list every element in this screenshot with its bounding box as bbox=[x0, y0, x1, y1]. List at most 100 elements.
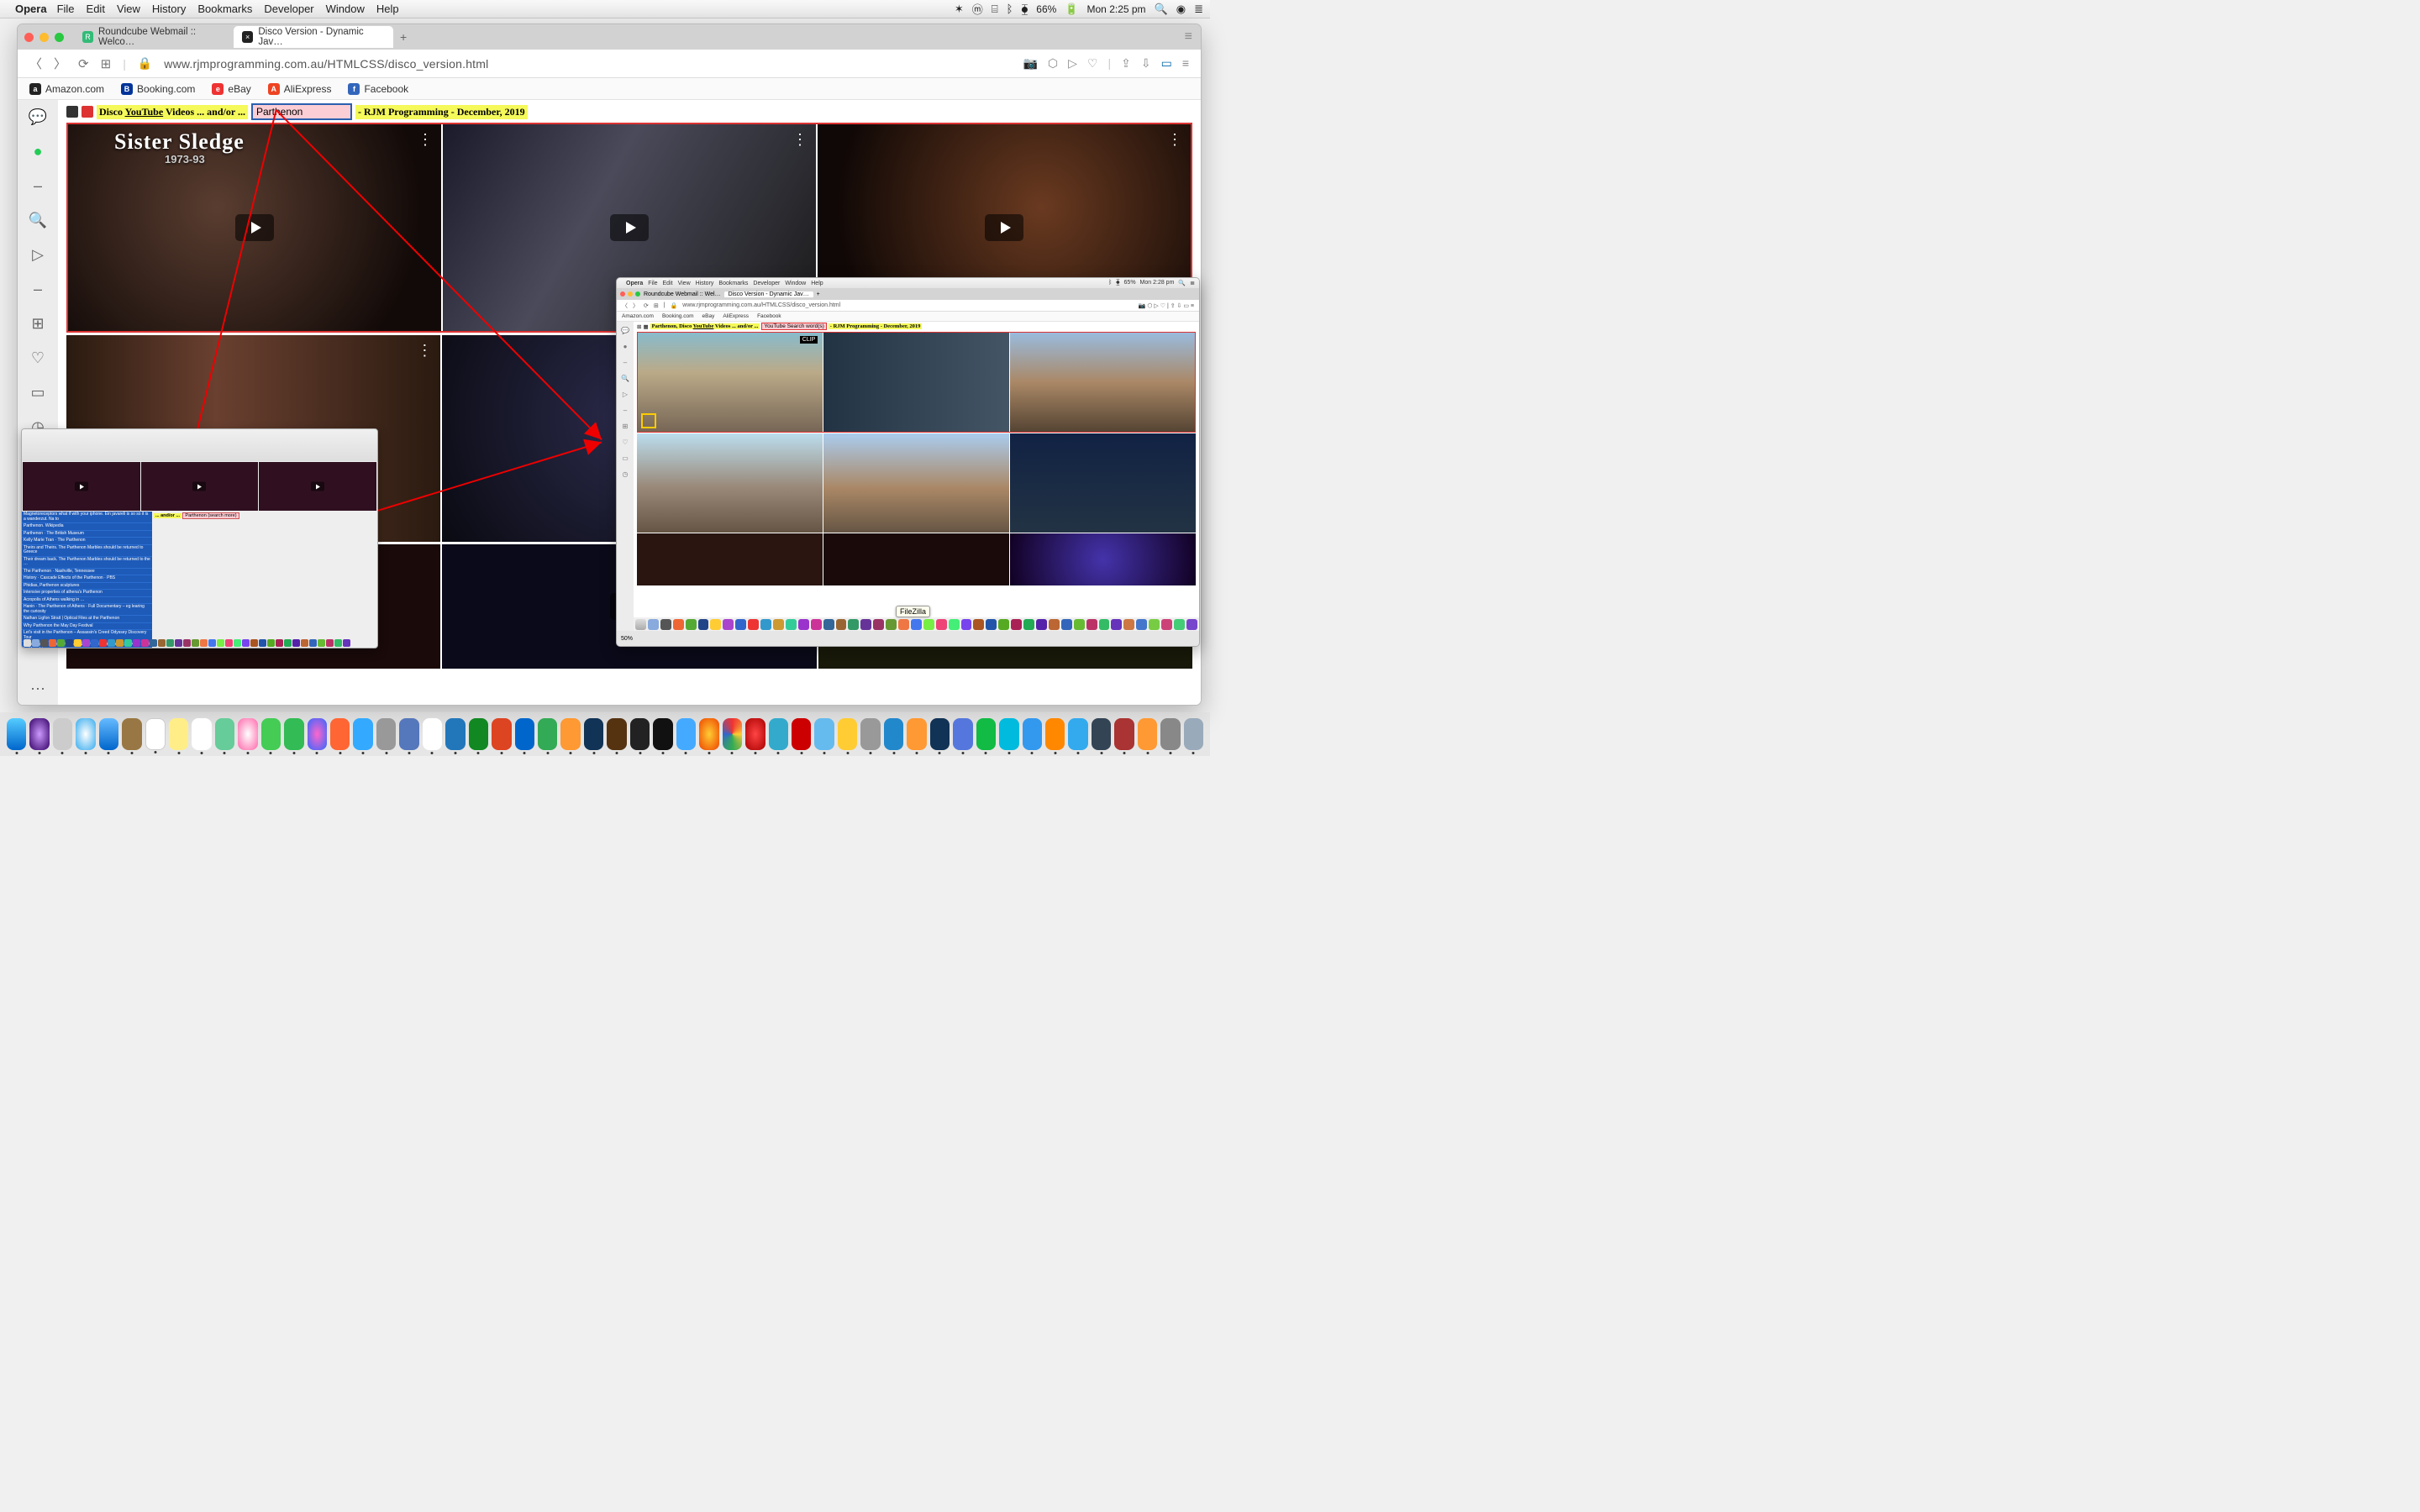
video-vlogger[interactable]: ⋮ bbox=[637, 433, 823, 533]
list-item[interactable]: The Parthenon · Nashville, Tennessee bbox=[22, 569, 152, 576]
dock-spotify[interactable] bbox=[976, 718, 996, 750]
back-button[interactable]: 〈 bbox=[29, 55, 42, 72]
video-parthenon-night[interactable]: ⋮ bbox=[1010, 433, 1196, 533]
video-menu-icon[interactable]: ⋮ bbox=[418, 131, 433, 149]
zoom-button[interactable] bbox=[55, 33, 64, 42]
video-sm-1[interactable] bbox=[23, 462, 140, 511]
dock-firefox[interactable] bbox=[699, 718, 718, 750]
messenger-icon[interactable]: 💬 bbox=[29, 108, 47, 126]
dock-calendar[interactable] bbox=[145, 718, 166, 750]
video-parthenon-natgeo[interactable]: CLIP bbox=[638, 333, 823, 432]
list-icon[interactable]: ≣ bbox=[1194, 3, 1203, 16]
dock-skype[interactable] bbox=[999, 718, 1018, 750]
dock-notes[interactable] bbox=[169, 718, 188, 750]
dock-word[interactable] bbox=[445, 718, 465, 750]
dock-zoom[interactable] bbox=[1023, 718, 1042, 750]
dock-finder[interactable] bbox=[7, 718, 26, 750]
dock-preferences[interactable] bbox=[376, 718, 396, 750]
dock-photoshop[interactable] bbox=[584, 718, 603, 750]
camera-icon[interactable]: 📷 bbox=[1023, 56, 1037, 71]
speed-dial-icon[interactable]: ⊞ bbox=[31, 315, 44, 333]
dock-slack[interactable] bbox=[423, 718, 442, 750]
dock-dictionary[interactable] bbox=[1114, 718, 1134, 750]
menu-window[interactable]: Window bbox=[326, 3, 365, 15]
video-sister-sledge-n[interactable] bbox=[637, 533, 823, 585]
menu-bookmarks[interactable]: Bookmarks bbox=[197, 3, 252, 15]
video-sm-2[interactable] bbox=[141, 462, 259, 511]
dock-ibooks[interactable] bbox=[330, 718, 350, 750]
more-icon[interactable]: ⋯ bbox=[30, 680, 45, 698]
flow-icon[interactable]: ▷ bbox=[32, 246, 44, 264]
whatsapp-icon[interactable]: ● bbox=[34, 143, 43, 160]
list-item[interactable]: Parthenon. Wikipedia bbox=[22, 523, 152, 531]
play-icon[interactable] bbox=[985, 214, 1023, 241]
video-menu-icon[interactable]: ⋮ bbox=[417, 342, 432, 360]
bookmark-ebay[interactable]: eeBay bbox=[212, 83, 250, 95]
search-small-input[interactable]: Parthenon (search more) bbox=[182, 512, 239, 519]
dock-textwrangler[interactable] bbox=[838, 718, 857, 750]
battery-icon[interactable]: 🔋 bbox=[1065, 3, 1078, 16]
video-menu-icon[interactable]: ⋮ bbox=[1167, 131, 1182, 149]
dock-mamp[interactable] bbox=[860, 718, 880, 750]
dock-xcode[interactable] bbox=[676, 718, 696, 750]
dock-steam[interactable] bbox=[930, 718, 950, 750]
play-icon[interactable] bbox=[235, 214, 274, 241]
download-icon[interactable]: ⇩ bbox=[1141, 56, 1151, 71]
dock-itunes[interactable] bbox=[308, 718, 327, 750]
dock-vlc[interactable] bbox=[1045, 718, 1065, 750]
menu-file[interactable]: File bbox=[57, 3, 75, 15]
list-item[interactable]: Their dream back. The Parthenon Marbles … bbox=[22, 557, 152, 569]
speed-dial-icon[interactable]: ⊞ bbox=[101, 56, 112, 71]
new-tab-button[interactable]: + bbox=[817, 291, 820, 297]
dock-activity[interactable] bbox=[630, 718, 650, 750]
dock-sublime[interactable] bbox=[907, 718, 926, 750]
list-item[interactable]: Acropolis of Athens walking in … bbox=[22, 597, 152, 605]
spotlight-icon[interactable]: 🔍 bbox=[1155, 3, 1168, 16]
bluetooth-icon[interactable]: ᛒ bbox=[1007, 3, 1013, 15]
news-icon[interactable]: ▭ bbox=[30, 384, 45, 402]
grid-icon[interactable] bbox=[66, 106, 78, 118]
share-icon[interactable]: ⇪ bbox=[1121, 56, 1131, 71]
video-qi-parthenon[interactable]: THEY SAY OF THEACROPOLISWHERE THEPARTHEN… bbox=[823, 333, 1008, 432]
dock-safari[interactable] bbox=[76, 718, 95, 750]
close-button[interactable] bbox=[24, 33, 34, 42]
list-item[interactable]: Phidias, Parthenon sculptures bbox=[22, 583, 152, 591]
nested-search-input[interactable]: YouTube Search word(s) bbox=[761, 323, 826, 330]
list-item[interactable]: Theirs and Theirs. The Parthenon Marbles… bbox=[22, 545, 152, 557]
dock-systemprefs[interactable] bbox=[1160, 718, 1180, 750]
dock-keynote[interactable] bbox=[515, 718, 534, 750]
video-ac-odyssey[interactable]: LET'S VISIT THE PARTHENON ASSASSIN'S CRE… bbox=[1010, 333, 1195, 432]
app-name[interactable]: Opera bbox=[15, 3, 47, 15]
bookmark-booking[interactable]: BBooking.com bbox=[121, 83, 195, 95]
dock-quicktime[interactable] bbox=[1092, 718, 1111, 750]
video-sm-3[interactable] bbox=[259, 462, 376, 511]
list-item[interactable]: Intensive properties of athena's Parthen… bbox=[22, 590, 152, 597]
video-disco-n3[interactable] bbox=[1010, 533, 1196, 585]
list-item[interactable]: Parthenon · The British Museum bbox=[22, 531, 152, 538]
tab-roundcube[interactable]: R Roundcube Webmail :: Welco… bbox=[74, 26, 234, 48]
video-disco-n2[interactable] bbox=[823, 533, 1009, 585]
list-item[interactable]: Magnetoreceptors what if with your iphon… bbox=[22, 512, 152, 523]
list-item[interactable]: Why Parthenon the May Day Festival bbox=[22, 623, 152, 631]
shield-icon[interactable]: ⬡ bbox=[1048, 56, 1058, 71]
dock-teams[interactable] bbox=[399, 718, 418, 750]
video-menu-icon[interactable]: ⋮ bbox=[792, 131, 808, 149]
video-parthenon-aerial[interactable]: ⋮ bbox=[823, 433, 1009, 533]
dock-facetime[interactable] bbox=[284, 718, 303, 750]
new-tab-button[interactable]: + bbox=[400, 30, 407, 44]
dock-reminders[interactable] bbox=[192, 718, 211, 750]
play-icon[interactable] bbox=[610, 214, 649, 241]
video-sister-sledge[interactable]: Sister Sledge 1973-93 ⋮ bbox=[68, 124, 441, 331]
dock-launchpad[interactable] bbox=[53, 718, 72, 750]
dock-edge[interactable] bbox=[769, 718, 788, 750]
search-input[interactable] bbox=[251, 103, 352, 120]
search-icon[interactable]: 🔍 bbox=[29, 212, 47, 229]
wifi-icon[interactable]: ⧳ bbox=[1021, 3, 1028, 16]
dock-contacts[interactable] bbox=[122, 718, 141, 750]
dock-calculator[interactable] bbox=[1138, 718, 1157, 750]
calendar-icon[interactable] bbox=[82, 106, 93, 118]
bookmark-aliexpress[interactable]: AAliExpress bbox=[268, 83, 332, 95]
list-item[interactable]: Hanin · The Parthenon of Athens · Full D… bbox=[22, 604, 152, 616]
dock-chrome[interactable] bbox=[723, 718, 742, 750]
menu-view[interactable]: View bbox=[117, 3, 140, 15]
